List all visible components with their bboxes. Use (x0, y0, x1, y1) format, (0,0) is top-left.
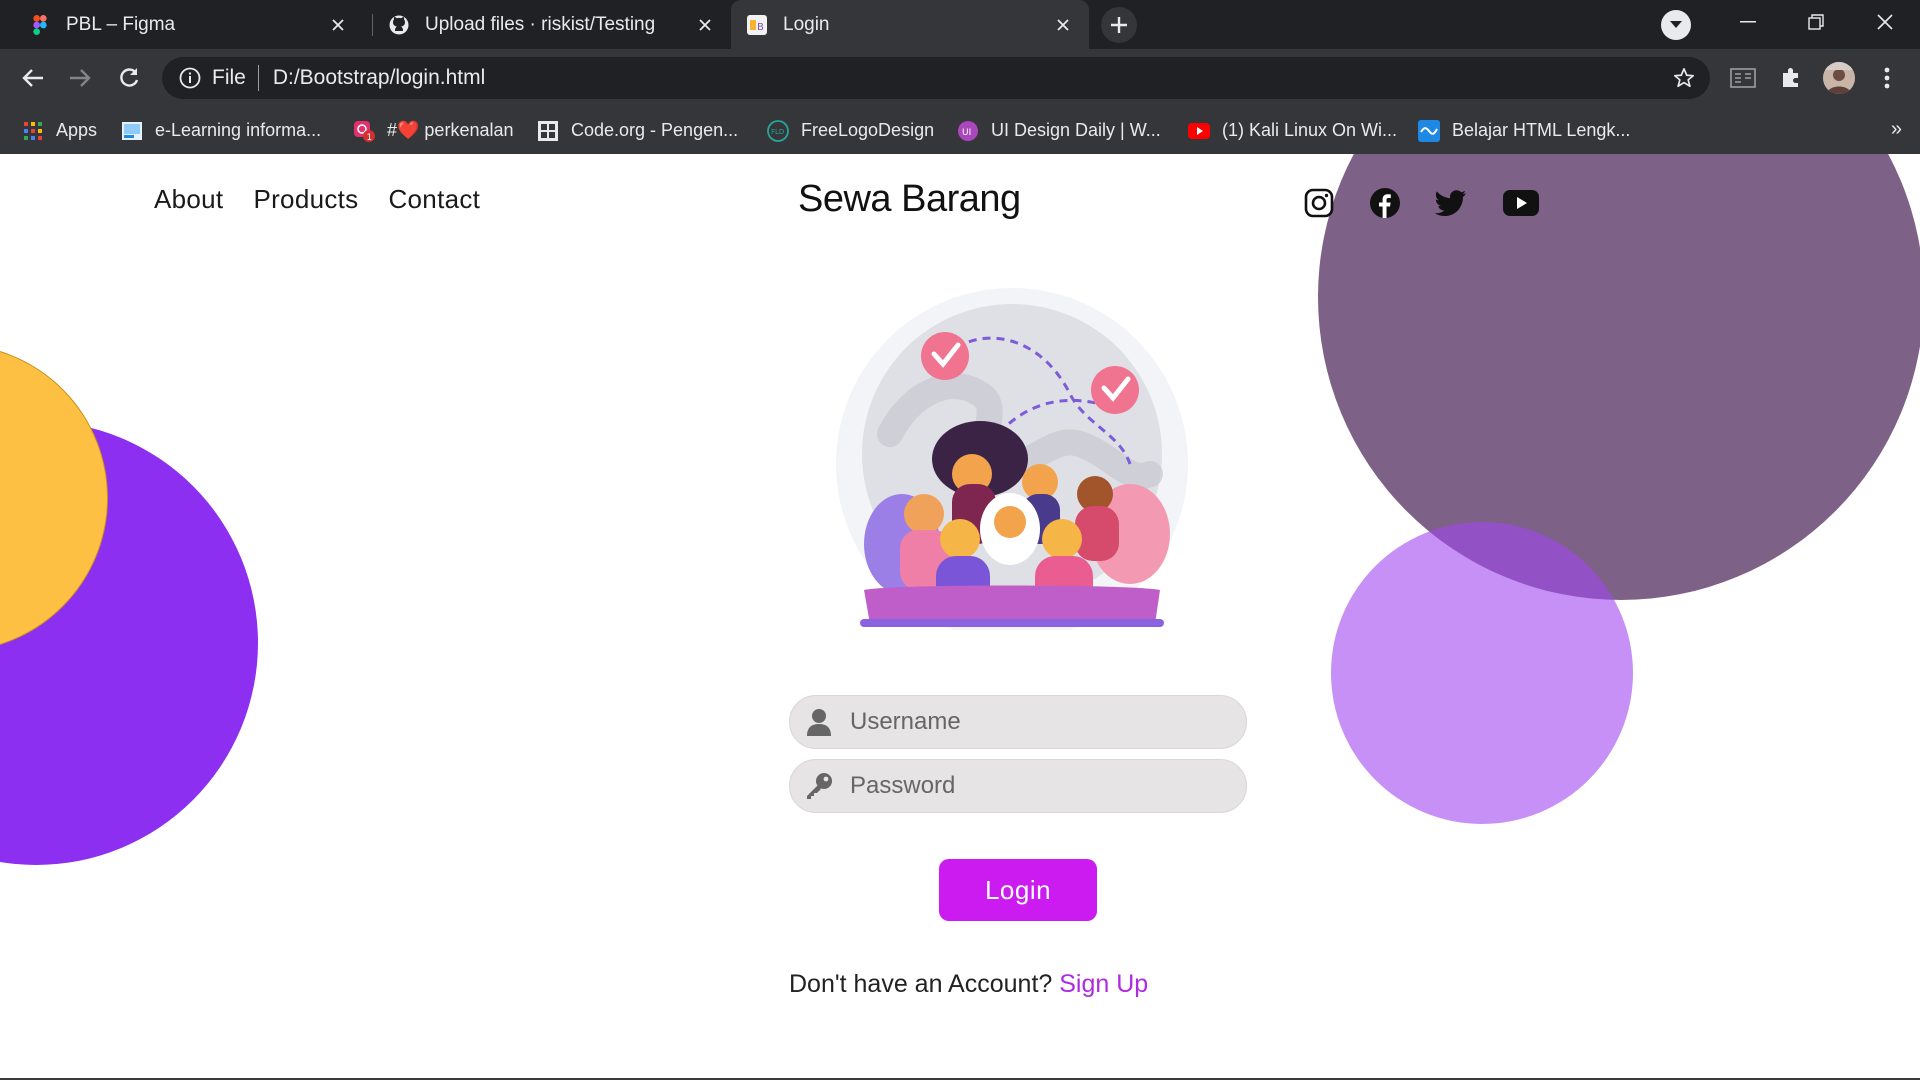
bookmark-label: FreeLogoDesign (801, 120, 935, 140)
key-icon (802, 769, 836, 803)
bookmark-label: (1) Kali Linux On Wi... (1222, 120, 1398, 140)
freelogodesign-icon: FLD (767, 119, 789, 142)
address-bar[interactable]: File D:/Bootstrap/login.html (162, 57, 1710, 99)
bootstrap-icon: B (747, 14, 767, 35)
signup-prompt: Don't have an Account? Sign Up (789, 970, 1148, 999)
people-globe-illustration (836, 288, 1188, 630)
facebook-icon[interactable] (1368, 186, 1402, 220)
elearning-icon (121, 120, 143, 142)
page-viewport: About Products Contact Sewa Barang Usern… (0, 154, 1920, 1080)
github-icon (389, 15, 409, 35)
uidesign-icon: UI (957, 120, 979, 142)
bookmark-codeorg[interactable]: Code.org - Pengen... (537, 107, 738, 154)
tab-title: PBL – Figma (66, 13, 176, 35)
back-button[interactable] (15, 60, 51, 96)
restore-button[interactable] (1788, 0, 1844, 44)
user-icon (802, 705, 836, 739)
bookmark-label: Code.org - Pengen... (571, 120, 739, 140)
nav-products[interactable]: Products (253, 184, 358, 215)
bookmark-apps[interactable]: Apps (22, 107, 97, 154)
tab-login[interactable]: B Login (731, 0, 1089, 49)
signup-link[interactable]: Sign Up (1059, 970, 1148, 998)
close-icon (1877, 14, 1893, 30)
extensions-icon[interactable] (1775, 62, 1807, 94)
bookmark-perkenalan[interactable]: 1 #❤️ perkenalan (353, 107, 514, 154)
username-field[interactable] (789, 695, 1247, 749)
bookmark-label: e-Learning informa... (155, 120, 322, 140)
tab-title: Login (783, 13, 830, 35)
browser-toolbar: File D:/Bootstrap/login.html (0, 49, 1920, 107)
tab-title: Upload files · riskist/Testing (425, 13, 656, 35)
chevron-down-icon (1670, 21, 1682, 28)
bookmark-label: Apps (56, 120, 98, 140)
close-icon[interactable] (1051, 13, 1075, 37)
bookmark-uidesigndaily[interactable]: UI UI Design Daily | W... (957, 107, 1161, 154)
wave-icon (1418, 119, 1440, 142)
instagram-icon[interactable] (1302, 186, 1336, 220)
nav-contact[interactable]: Contact (388, 184, 480, 215)
decor-circle-lilac (1331, 522, 1633, 824)
close-icon[interactable] (693, 13, 717, 37)
main-nav: About Products Contact (154, 184, 480, 215)
kebab-menu-icon[interactable] (1871, 62, 1903, 94)
password-field[interactable] (789, 759, 1247, 813)
plus-icon (1111, 17, 1127, 33)
url-scheme: File (212, 66, 246, 89)
youtube-icon (1188, 120, 1210, 142)
bookmark-label: UI Design Daily | W... (991, 120, 1161, 140)
bookmark-belajar-html[interactable]: Belajar HTML Lengk... (1418, 107, 1630, 154)
close-icon[interactable] (326, 13, 350, 37)
svg-text:UI: UI (962, 128, 971, 138)
signup-text: Don't have an Account? (789, 970, 1053, 998)
svg-text:FLD: FLD (771, 128, 784, 136)
youtube-icon[interactable] (1501, 186, 1541, 220)
instagram-badge-icon: 1 (353, 120, 375, 142)
url-text[interactable]: D:/Bootstrap/login.html (273, 66, 485, 90)
figma-icon (30, 14, 50, 35)
bookmark-label: Belajar HTML Lengk... (1452, 120, 1631, 140)
tab-github[interactable]: Upload files · riskist/Testing (373, 0, 731, 49)
decor-circle-mauve (1318, 154, 1920, 600)
username-input[interactable] (848, 707, 1232, 737)
svg-text:1: 1 (367, 133, 373, 142)
svg-text:B: B (757, 22, 764, 33)
reading-mode-icon[interactable] (1727, 62, 1759, 94)
bookmark-freelogodesign[interactable]: FLD FreeLogoDesign (767, 107, 934, 154)
tab-strip: PBL – Figma Upload files · riskist/Testi… (0, 0, 1920, 49)
tab-figma[interactable]: PBL – Figma (14, 0, 364, 49)
profile-avatar[interactable] (1823, 62, 1855, 94)
brand-logo[interactable]: Sewa Barang (798, 178, 1021, 221)
apps-grid-icon (22, 120, 44, 142)
info-icon[interactable] (178, 66, 202, 90)
minimize-icon (1740, 21, 1756, 23)
login-button[interactable]: Login (939, 859, 1097, 921)
password-input[interactable] (848, 771, 1232, 801)
tab-search-button[interactable] (1661, 10, 1691, 40)
nav-about[interactable]: About (154, 184, 223, 215)
twitter-icon[interactable] (1434, 186, 1468, 220)
bookmark-label: #❤️ perkenalan (387, 120, 514, 140)
minimize-button[interactable] (1720, 0, 1776, 44)
divider (257, 65, 259, 91)
codeorg-icon (537, 120, 559, 142)
restore-icon (1808, 14, 1824, 30)
bookmark-elearning[interactable]: e-Learning informa... (121, 107, 321, 154)
arrow-left-icon (22, 69, 43, 87)
reload-button[interactable] (111, 60, 147, 96)
star-icon[interactable] (1672, 66, 1696, 90)
bookmark-kali-linux[interactable]: (1) Kali Linux On Wi... (1188, 107, 1397, 154)
forward-button[interactable] (62, 60, 98, 96)
more-bookmarks-button[interactable]: » (1891, 118, 1902, 141)
arrow-right-icon (70, 69, 91, 87)
close-window-button[interactable] (1857, 0, 1913, 44)
reload-icon (120, 68, 139, 87)
bookmarks-bar: Apps e-Learning informa... 1 #❤️ perkena… (0, 107, 1920, 155)
new-tab-button[interactable] (1101, 7, 1137, 43)
